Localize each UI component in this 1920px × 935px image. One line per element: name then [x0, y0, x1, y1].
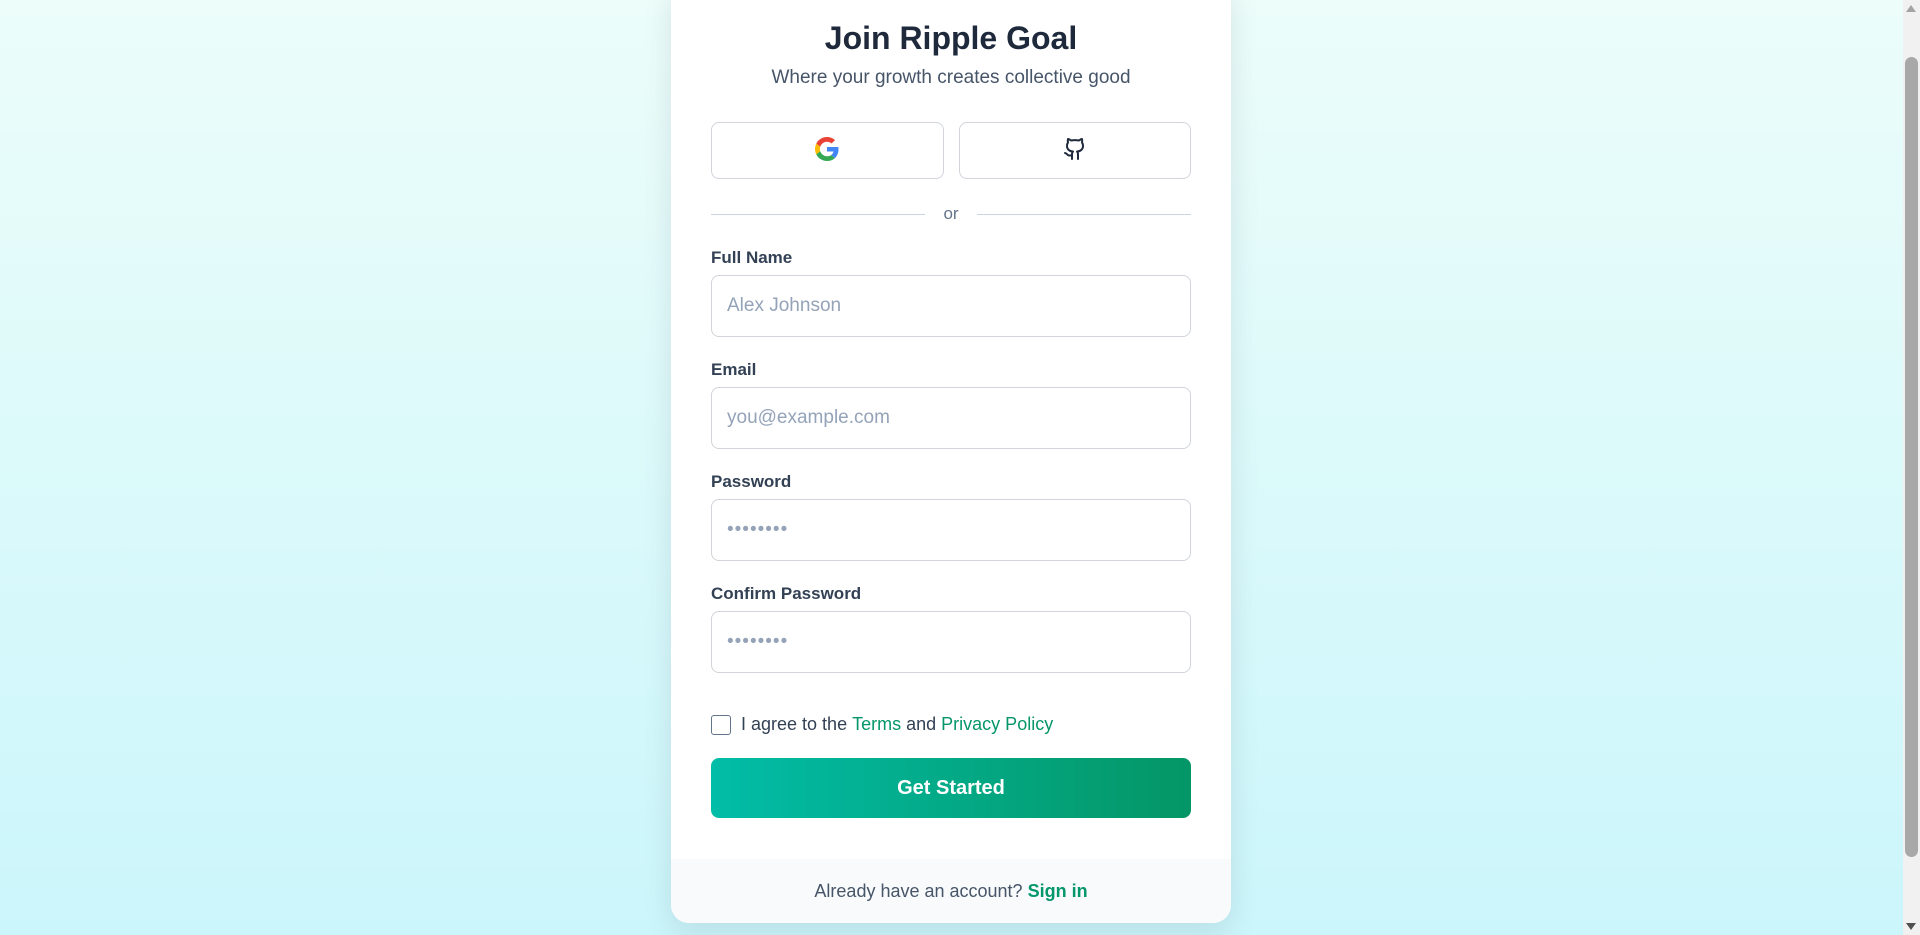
google-signin-button[interactable]: [711, 122, 944, 179]
full-name-input[interactable]: [711, 275, 1191, 337]
divider-line-right: [976, 213, 1191, 215]
google-icon: [815, 137, 839, 164]
signin-prompt-text: Already have an account?: [814, 880, 1023, 901]
get-started-button[interactable]: Get Started: [711, 758, 1191, 818]
terms-checkbox[interactable]: [711, 714, 731, 735]
scroll-down-arrow-icon[interactable]: [1906, 923, 1916, 930]
scrollbar-thumb[interactable]: [1905, 57, 1918, 857]
signin-footer: Already have an account? Sign in: [671, 859, 1231, 923]
terms-agreement: I agree to the Terms and Privacy Policy: [711, 714, 1053, 735]
terms-prefix-text: I agree to the: [741, 714, 848, 734]
page-subtitle: Where your growth creates collective goo…: [771, 67, 1131, 88]
github-signin-button[interactable]: [958, 122, 1191, 179]
terms-link[interactable]: Terms: [852, 714, 901, 735]
privacy-policy-link[interactable]: Privacy Policy: [941, 714, 1053, 735]
or-divider: or: [711, 202, 1191, 226]
scroll-up-arrow-icon[interactable]: [1906, 5, 1916, 12]
password-label: Password: [711, 472, 792, 491]
divider-line-left: [711, 213, 926, 215]
terms-and-text: and: [906, 714, 937, 734]
signup-card: Join Ripple Goal Where your growth creat…: [671, 0, 1231, 923]
confirm-password-input[interactable]: [711, 611, 1191, 673]
page-title: Join Ripple Goal: [824, 20, 1078, 56]
divider-or-text: or: [943, 204, 959, 223]
email-input[interactable]: [711, 387, 1191, 449]
email-label: Email: [711, 360, 757, 379]
vertical-scrollbar[interactable]: [1903, 0, 1920, 935]
social-login-row: [711, 122, 1191, 179]
signin-link[interactable]: Sign in: [1028, 881, 1088, 902]
confirm-password-label: Confirm Password: [711, 584, 862, 603]
password-input[interactable]: [711, 499, 1191, 561]
full-name-label: Full Name: [711, 248, 793, 267]
github-icon: [1063, 137, 1087, 164]
